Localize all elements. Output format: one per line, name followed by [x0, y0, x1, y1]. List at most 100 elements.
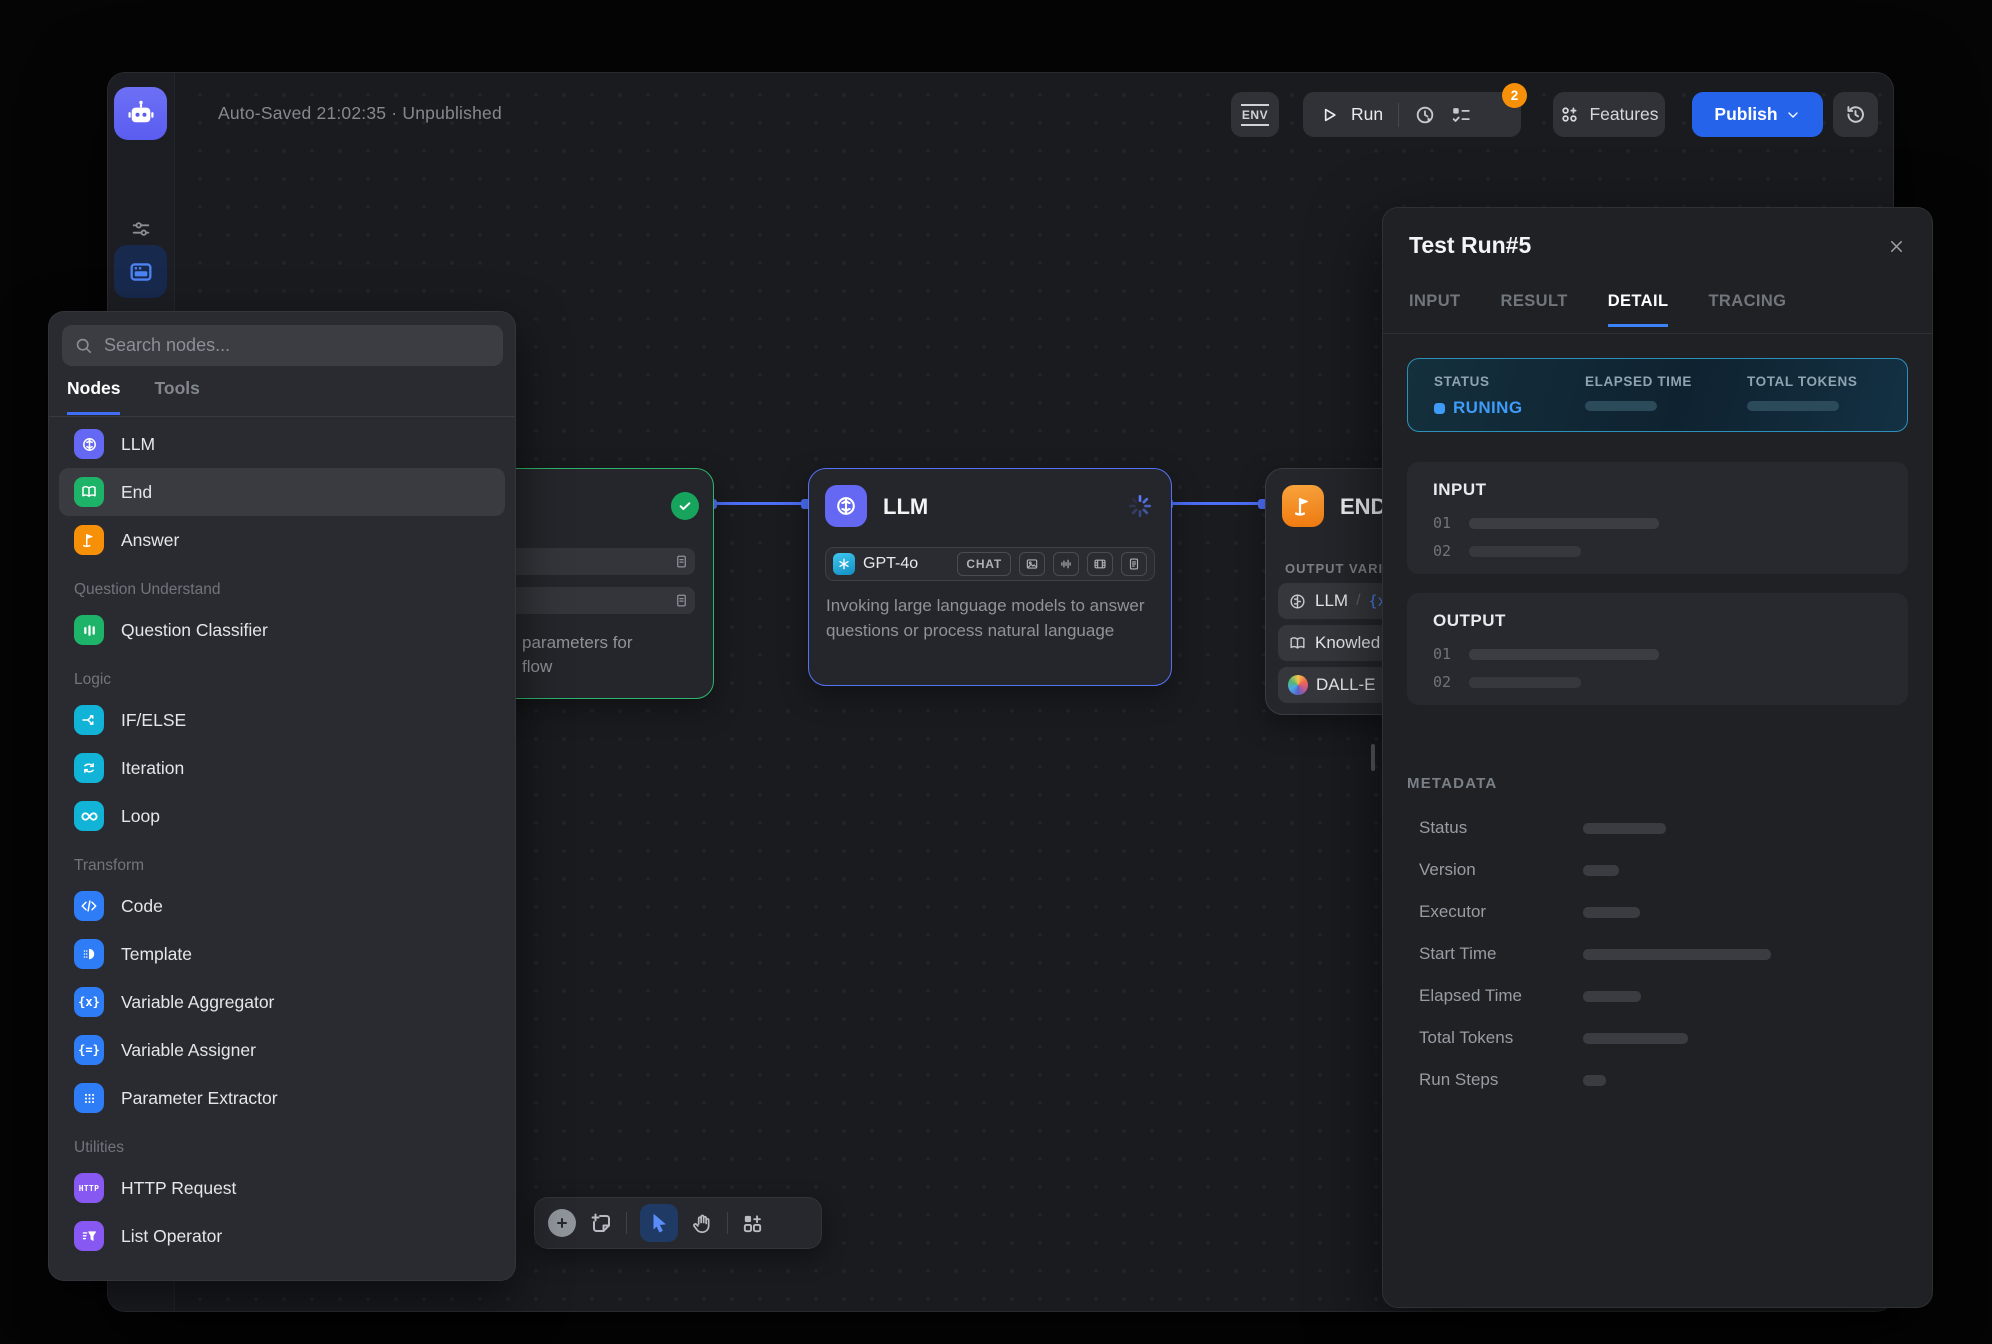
- window-panel-icon: [127, 258, 155, 286]
- publish-label: Publish: [1714, 104, 1777, 125]
- panel-resize-handle[interactable]: [1371, 744, 1375, 771]
- plus-icon: [554, 1215, 570, 1231]
- node-item-variable-assigner[interactable]: {=} Variable Assigner: [59, 1026, 505, 1074]
- tab-nodes[interactable]: Nodes: [67, 378, 120, 415]
- skeleton-bar: [1469, 518, 1659, 529]
- skeleton-bar: [1583, 907, 1640, 918]
- env-button[interactable]: ENV: [1231, 92, 1279, 137]
- total-tokens-column: TOTAL TOKENS: [1747, 374, 1857, 411]
- node-item-question-classifier[interactable]: Question Classifier: [59, 606, 505, 654]
- total-tokens-label: TOTAL TOKENS: [1747, 374, 1857, 389]
- skeleton-bar: [1583, 1033, 1688, 1044]
- metadata-row: Run Steps: [1419, 1070, 1908, 1090]
- search-input[interactable]: [102, 334, 491, 357]
- running-spinner-icon: [1127, 493, 1153, 519]
- metadata-row: Status: [1419, 818, 1908, 838]
- node-item-iteration[interactable]: Iteration: [59, 744, 505, 792]
- node-item-answer[interactable]: Answer: [59, 516, 505, 564]
- answer-icon: [74, 525, 104, 555]
- hand-tool-button[interactable]: [691, 1212, 714, 1235]
- node-search-box[interactable]: [62, 325, 503, 366]
- status-label: STATUS: [1434, 374, 1522, 389]
- metadata-row: Version: [1419, 860, 1908, 880]
- llm-node-description: Invoking large language models to answer…: [826, 593, 1160, 643]
- metadata-title: METADATA: [1407, 775, 1497, 792]
- divider: [49, 416, 515, 417]
- llm-node[interactable]: LLM GPT-4o CHAT: [808, 468, 1172, 686]
- skeleton-bar: [1469, 677, 1581, 688]
- node-item-parameter-extractor[interactable]: Parameter Extractor: [59, 1074, 505, 1122]
- code-icon: [74, 891, 104, 921]
- status-value: RUNING: [1453, 398, 1522, 418]
- divider: [1383, 333, 1932, 334]
- tab-detail[interactable]: DETAIL: [1608, 292, 1669, 327]
- add-node-button[interactable]: [548, 1209, 576, 1237]
- end-node-icon: [1282, 485, 1324, 527]
- organize-nodes-button[interactable]: [741, 1212, 764, 1235]
- history-icon: [1844, 103, 1867, 126]
- node-item-http-request[interactable]: HTTP HTTP Request: [59, 1164, 505, 1212]
- publish-button[interactable]: Publish: [1692, 92, 1823, 137]
- skeleton-bar: [1469, 546, 1581, 557]
- search-icon: [74, 336, 93, 355]
- skeleton-bar: [1469, 649, 1659, 660]
- variable-assigner-icon: {=}: [74, 1035, 104, 1065]
- tab-result[interactable]: RESULT: [1501, 292, 1568, 327]
- document-capability-icon: [1121, 552, 1147, 576]
- llm-mini-icon: [1288, 592, 1307, 611]
- tab-tracing[interactable]: TRACING: [1708, 292, 1786, 327]
- template-icon: [74, 939, 104, 969]
- run-history-icon[interactable]: [1414, 104, 1436, 126]
- node-item-variable-aggregator[interactable]: {x} Variable Aggregator: [59, 978, 505, 1026]
- canvas-toolbar: [534, 1197, 822, 1249]
- node-item-llm[interactable]: LLM: [59, 420, 505, 468]
- features-button[interactable]: Features: [1553, 92, 1665, 137]
- node-item-template[interactable]: Template: [59, 930, 505, 978]
- section-question-understand: Question Understand: [74, 581, 515, 599]
- node-list: LLM End Answer Question Understand Quest: [49, 420, 515, 1260]
- checklist-icon[interactable]: [1450, 104, 1472, 126]
- start-node-description: parameters for flow: [522, 631, 633, 679]
- robot-icon: [125, 98, 157, 130]
- autosave-status: Auto-Saved 21:02:35 · Unpublished: [218, 103, 502, 124]
- skeleton-bar: [1583, 865, 1619, 876]
- node-item-code[interactable]: Code: [59, 882, 505, 930]
- run-button[interactable]: Run: [1351, 104, 1383, 125]
- tab-input[interactable]: INPUT: [1409, 292, 1461, 327]
- success-check-icon: [671, 492, 699, 520]
- model-selector[interactable]: GPT-4o CHAT: [825, 547, 1155, 581]
- divider: [1398, 103, 1399, 127]
- node-item-list-operator[interactable]: List Operator: [59, 1212, 505, 1260]
- row-index: 01: [1433, 645, 1451, 663]
- run-panel-tabs: INPUT RESULT DETAIL TRACING: [1409, 292, 1786, 327]
- status-card: STATUS RUNING ELAPSED TIME TOTAL TOKENS: [1407, 358, 1908, 432]
- row-index: 01: [1433, 514, 1451, 532]
- node-panel-button[interactable]: [114, 245, 167, 298]
- workflow-settings-button[interactable]: [130, 218, 152, 240]
- section-transform: Transform: [74, 857, 515, 875]
- chat-mode-tag: CHAT: [957, 552, 1011, 576]
- iteration-icon: [74, 753, 104, 783]
- gpt4o-model-icon: [833, 553, 855, 575]
- pointer-tool-button[interactable]: [640, 1204, 678, 1242]
- dalle-icon: [1288, 675, 1308, 695]
- list-operator-icon: [74, 1221, 104, 1251]
- tab-tools[interactable]: Tools: [154, 378, 199, 415]
- add-note-button[interactable]: [589, 1211, 613, 1235]
- divider: [626, 1212, 627, 1234]
- output-variables-label: OUTPUT VARIA: [1285, 561, 1394, 576]
- app-logo[interactable]: [114, 87, 167, 140]
- version-history-button[interactable]: [1833, 92, 1878, 137]
- node-item-end[interactable]: End: [59, 468, 505, 516]
- node-item-ifelse[interactable]: IF/ELSE: [59, 696, 505, 744]
- close-icon: [1887, 237, 1906, 256]
- checklist-badge: 2: [1502, 83, 1527, 108]
- row-index: 02: [1433, 673, 1451, 691]
- node-item-loop[interactable]: Loop: [59, 792, 505, 840]
- skeleton-bar: [1585, 401, 1657, 411]
- start-field-row: [499, 548, 695, 575]
- edge-llm-end: [1170, 502, 1265, 505]
- layout-grid-icon: [741, 1212, 764, 1235]
- close-button[interactable]: [1882, 232, 1910, 260]
- metadata-row: Elapsed Time: [1419, 986, 1908, 1006]
